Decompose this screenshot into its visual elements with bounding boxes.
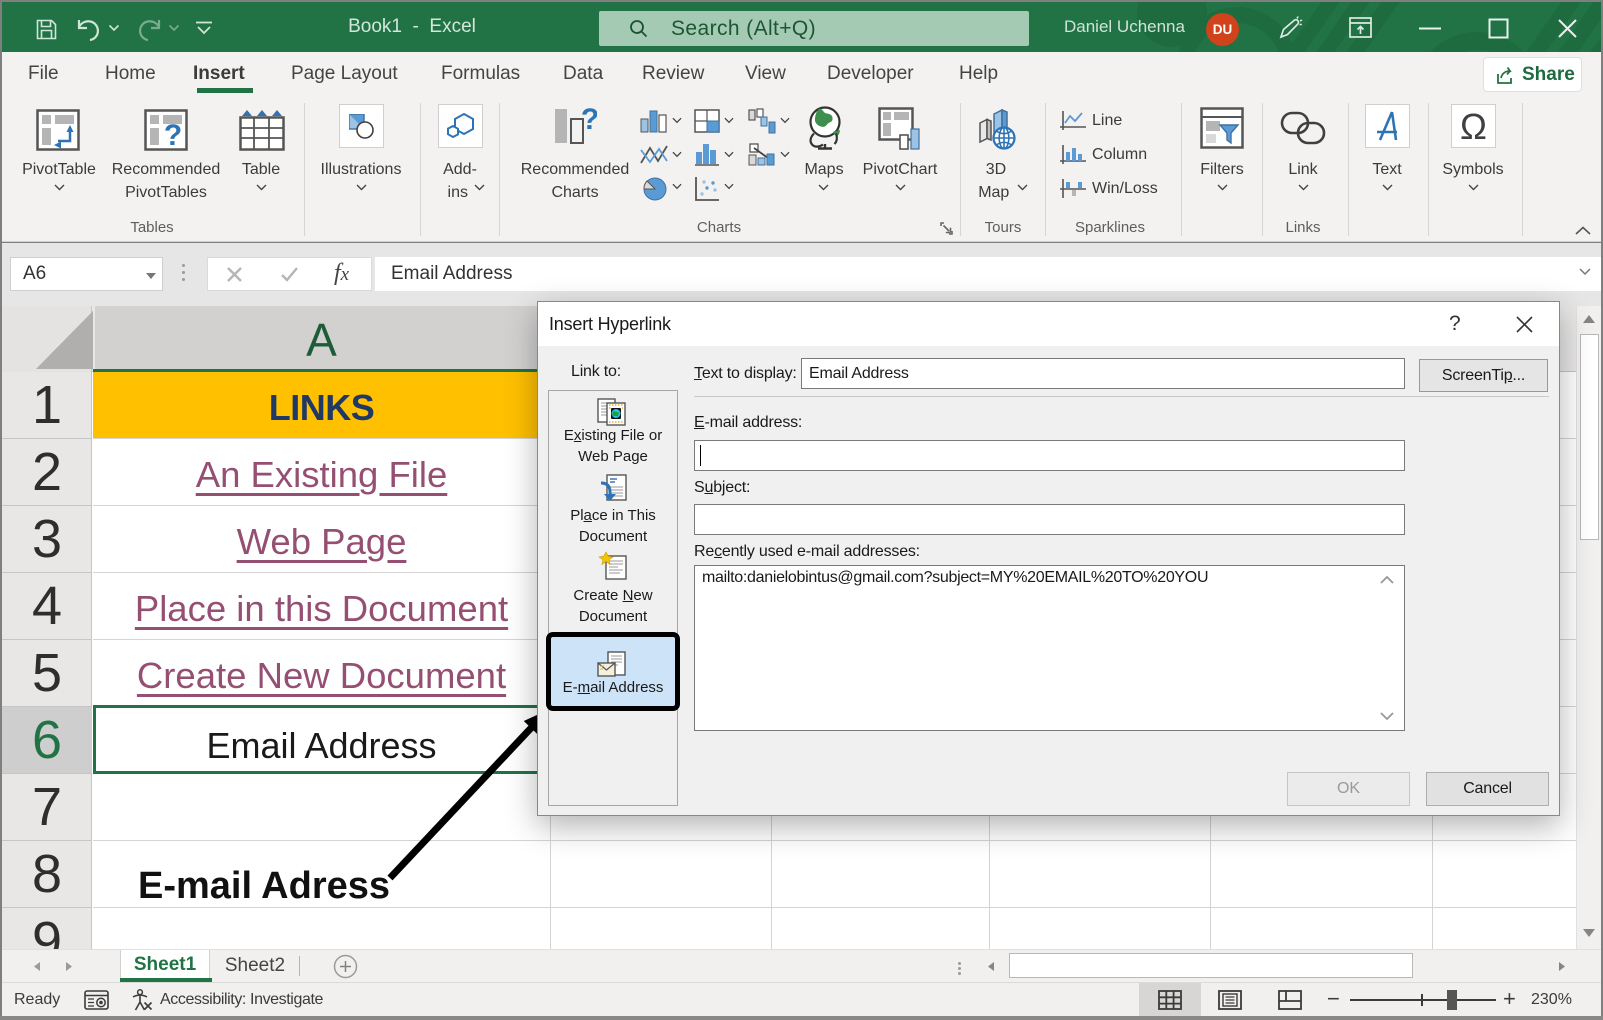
- svg-text:?: ?: [164, 119, 182, 151]
- svg-text:?: ?: [581, 107, 597, 136]
